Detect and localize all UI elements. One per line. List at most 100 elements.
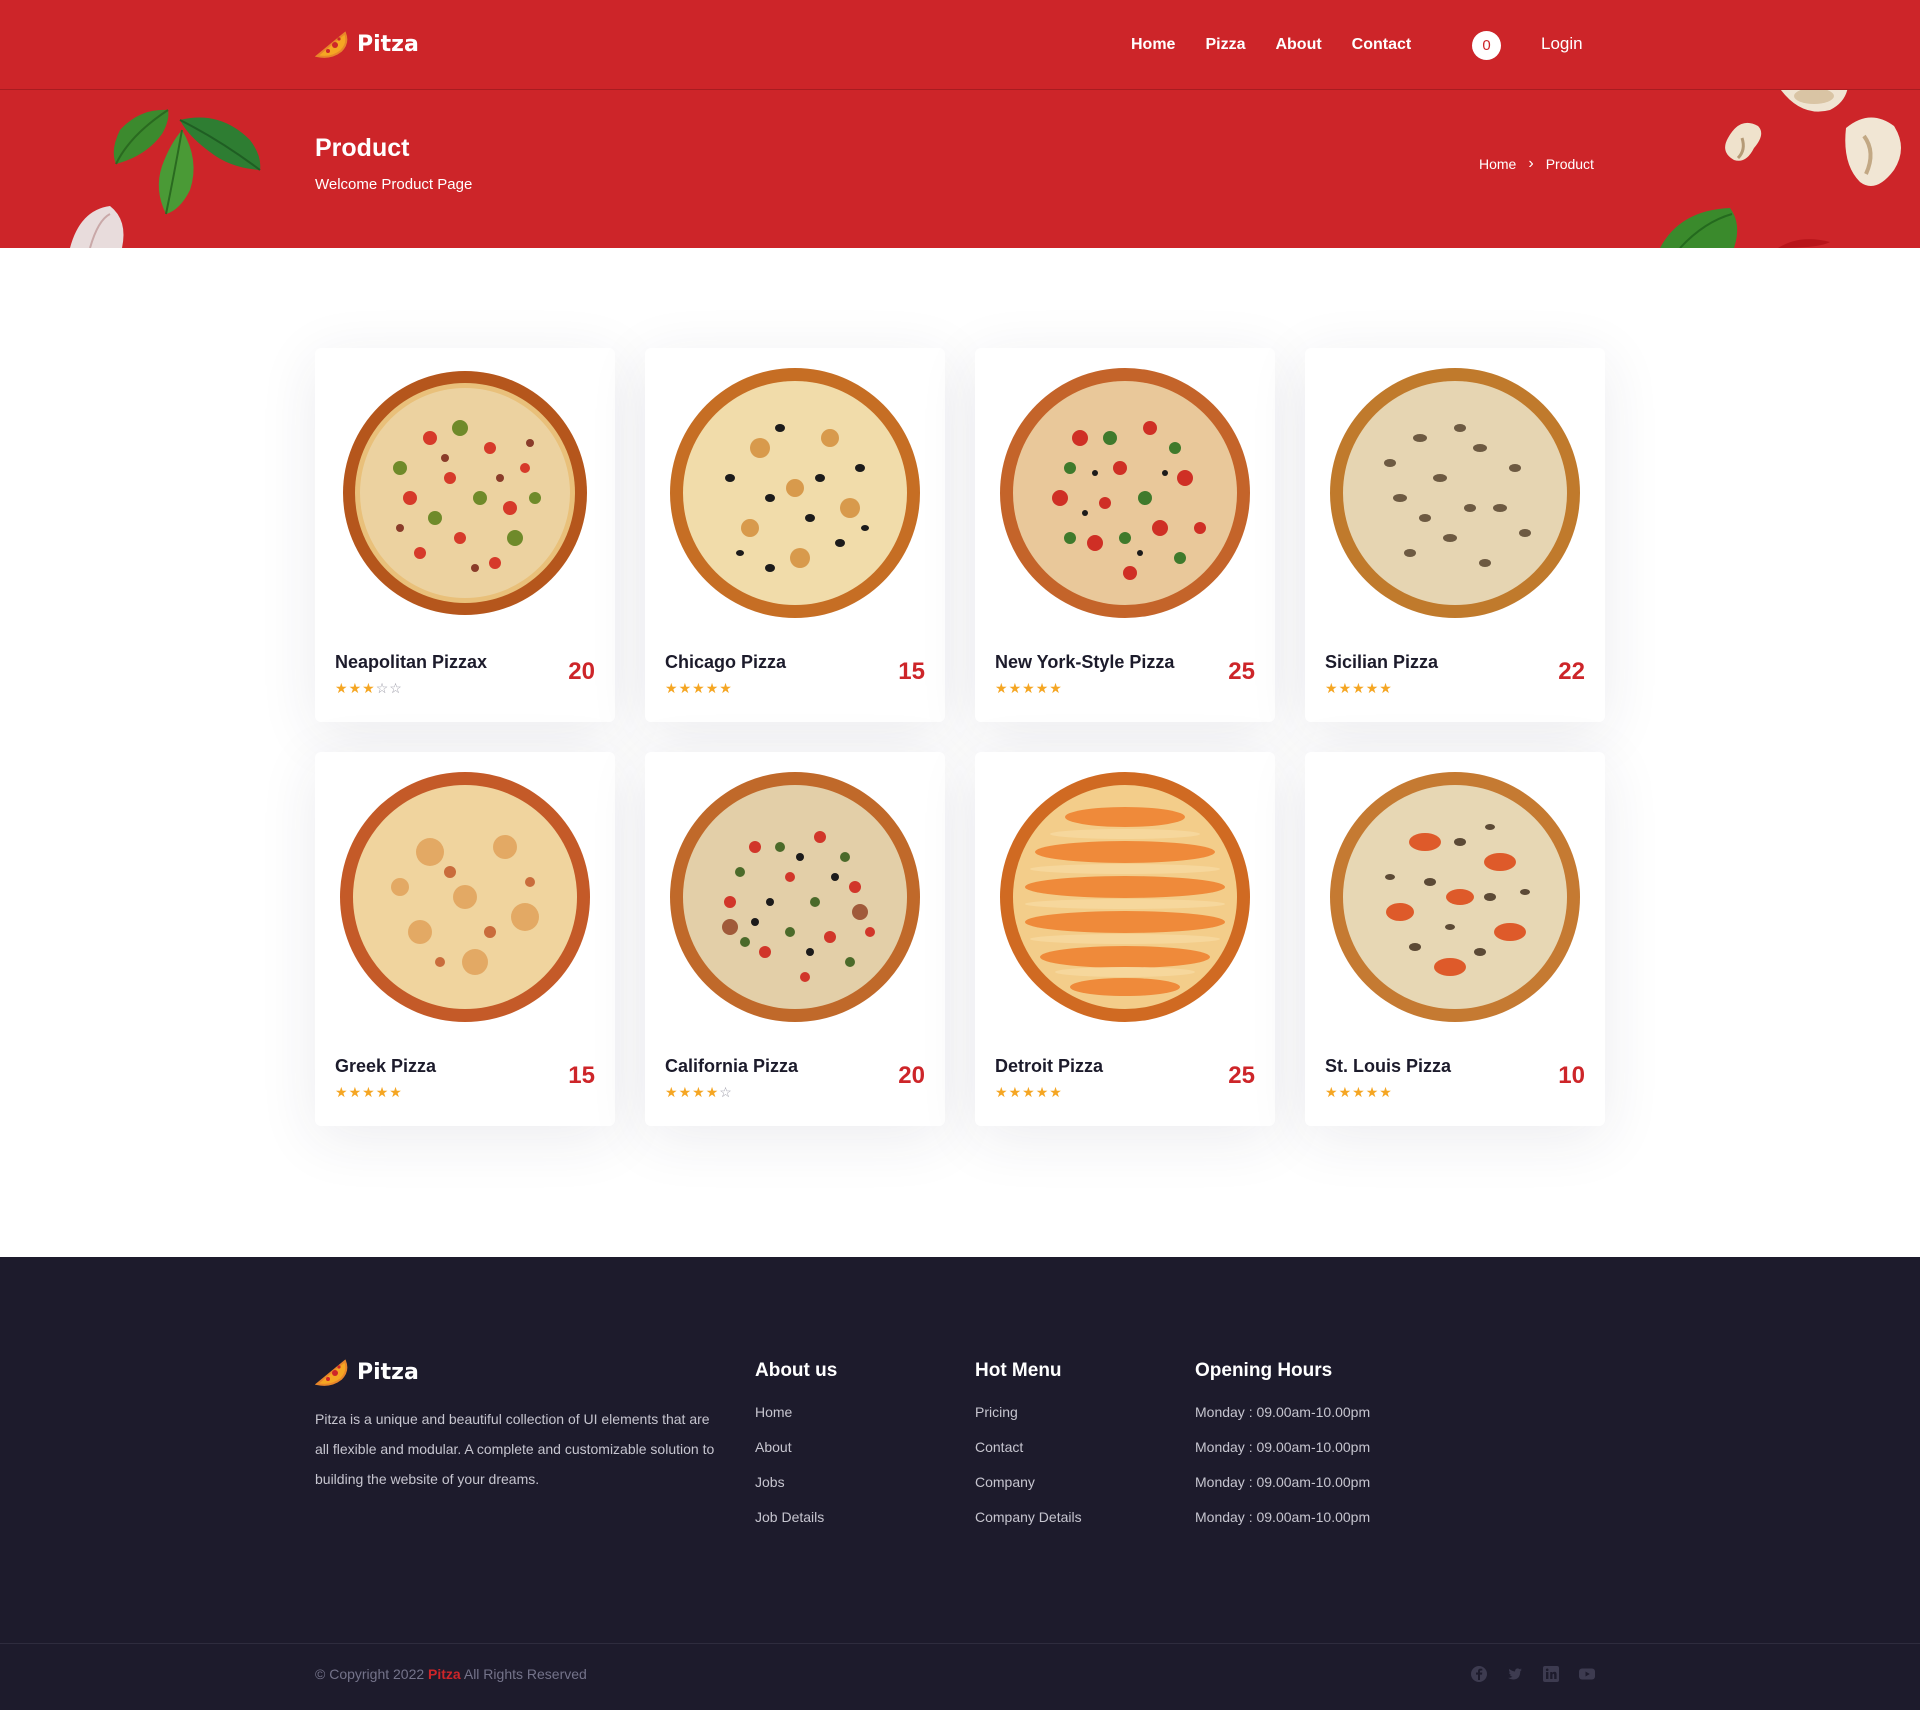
pizza-sicilian-image [1330, 368, 1580, 618]
star-filled-icon: ★ [705, 680, 719, 696]
product-name: New York-Style Pizza [995, 652, 1175, 672]
product-name: Greek Pizza [335, 1056, 437, 1076]
star-empty-icon: ☆ [389, 680, 402, 696]
rating-stars: ★ ★ ★ ★ ★ [1325, 1085, 1392, 1099]
pizza-neapolitan-image [343, 371, 587, 615]
product-name: California Pizza [665, 1056, 799, 1076]
rating-stars: ★ ★ ★ ★ ★ [665, 681, 732, 695]
star-filled-icon: ★ [1365, 1084, 1379, 1100]
star-filled-icon: ★ [335, 680, 348, 696]
logo-text: Pitza [357, 31, 419, 57]
product-price: 15 [898, 658, 925, 685]
pizza-newyork-image [1000, 368, 1250, 618]
product-price: 10 [1558, 1062, 1585, 1089]
star-filled-icon: ★ [1049, 1084, 1062, 1100]
star-filled-icon: ★ [1049, 680, 1062, 696]
star-filled-icon: ★ [665, 1084, 678, 1100]
pizza-california-image [670, 772, 920, 1022]
footer-link-company[interactable]: Company [975, 1474, 1035, 1490]
social-links [1470, 1665, 1596, 1683]
star-filled-icon: ★ [1352, 680, 1365, 696]
footer-divider [0, 1643, 1920, 1644]
nav-item-pizza[interactable]: Pizza [1205, 36, 1245, 54]
product-card[interactable]: Sicilian Pizza ★ ★ ★ ★ ★ 22 [1305, 348, 1605, 722]
product-card[interactable]: St. Louis Pizza ★ ★ ★ ★ ★ 10 [1305, 752, 1605, 1126]
star-filled-icon: ★ [1022, 680, 1035, 696]
product-card[interactable]: Neapolitan Pizzax ★ ★ ★ ☆ ☆ 20 [315, 348, 615, 722]
star-filled-icon: ★ [678, 1084, 692, 1100]
star-filled-icon: ★ [1035, 680, 1049, 696]
star-filled-icon: ★ [995, 1084, 1008, 1100]
footer-hot-menu-column: Hot Menu Pricing Contact Company Company… [975, 1360, 1082, 1544]
star-filled-icon: ★ [362, 680, 375, 696]
opening-hours-item: Monday : 09.00am-10.00pm [1195, 1509, 1371, 1525]
star-filled-icon: ★ [1379, 1084, 1392, 1100]
logo[interactable]: Pitza [315, 29, 419, 59]
facebook-icon[interactable] [1470, 1665, 1488, 1683]
star-filled-icon: ★ [362, 1084, 375, 1100]
opening-hours-item: Monday : 09.00am-10.00pm [1195, 1474, 1371, 1490]
copyright-suffix: All Rights Reserved [463, 1666, 587, 1682]
footer-link-about[interactable]: About [755, 1439, 792, 1455]
product-card[interactable]: California Pizza ★ ★ ★ ★ ☆ 20 [645, 752, 945, 1126]
footer-opening-hours-column: Opening Hours Monday : 09.00am-10.00pm M… [1195, 1360, 1370, 1544]
nav-item-home[interactable]: Home [1131, 36, 1175, 54]
product-price: 25 [1228, 658, 1255, 685]
footer-link-contact[interactable]: Contact [975, 1439, 1023, 1455]
footer-link-home[interactable]: Home [755, 1404, 792, 1420]
site-footer: Pitza Pitza is a unique and beautiful co… [0, 1257, 1920, 1710]
star-filled-icon: ★ [1352, 1084, 1365, 1100]
opening-hours-item: Monday : 09.00am-10.00pm [1195, 1439, 1371, 1455]
footer-description: Pitza is a unique and beautiful collecti… [315, 1411, 715, 1487]
star-filled-icon: ★ [1338, 1084, 1352, 1100]
cart-count-badge[interactable]: 0 [1472, 31, 1501, 60]
footer-column-title: Opening Hours [1195, 1360, 1333, 1381]
star-filled-icon: ★ [1008, 1084, 1022, 1100]
footer-column-title: Hot Menu [975, 1360, 1062, 1381]
star-filled-icon: ★ [348, 1084, 362, 1100]
rating-stars: ★ ★ ★ ★ ★ [1325, 681, 1392, 695]
product-price: 15 [568, 1062, 595, 1089]
product-card[interactable]: Chicago Pizza ★ ★ ★ ★ ★ 15 [645, 348, 945, 722]
star-filled-icon: ★ [1325, 680, 1338, 696]
breadcrumb-home[interactable]: Home [1479, 156, 1516, 172]
product-card[interactable]: Detroit Pizza ★ ★ ★ ★ ★ 25 [975, 752, 1275, 1126]
pizza-chicago-image [670, 368, 920, 618]
product-card[interactable]: Greek Pizza ★ ★ ★ ★ ★ 15 [315, 752, 615, 1126]
nav-item-contact[interactable]: Contact [1352, 36, 1412, 54]
rating-stars: ★ ★ ★ ★ ★ [995, 1085, 1062, 1099]
product-price: 25 [1228, 1062, 1255, 1089]
rating-stars: ★ ★ ★ ★ ★ [995, 681, 1062, 695]
footer-link-job-details[interactable]: Job Details [755, 1509, 824, 1525]
footer-link-company-details[interactable]: Company Details [975, 1509, 1082, 1525]
rating-stars: ★ ★ ★ ★ ★ [335, 1085, 402, 1099]
page-banner: Product Welcome Product Page Home › Prod… [0, 90, 1920, 248]
rating-stars: ★ ★ ★ ★ ☆ [665, 1085, 732, 1099]
product-price: 20 [568, 658, 595, 685]
logo-text: Pitza [357, 1359, 419, 1385]
product-price: 22 [1558, 658, 1585, 685]
youtube-icon[interactable] [1578, 1665, 1596, 1683]
twitter-icon[interactable] [1506, 1665, 1524, 1683]
product-price: 20 [898, 1062, 925, 1089]
product-name: Detroit Pizza [995, 1056, 1104, 1076]
footer-link-pricing[interactable]: Pricing [975, 1404, 1018, 1420]
star-empty-icon: ☆ [375, 680, 389, 696]
page-title: Product [315, 134, 410, 162]
star-filled-icon: ★ [1338, 680, 1352, 696]
footer-link-jobs[interactable]: Jobs [755, 1474, 785, 1490]
linkedin-icon[interactable] [1542, 1665, 1560, 1683]
pizza-slice-logo-icon [315, 31, 348, 58]
copyright: © Copyright 2022 Pitza All Rights Reserv… [315, 1666, 587, 1682]
copyright-brand: Pitza [428, 1666, 461, 1682]
footer-logo[interactable]: Pitza [315, 1357, 419, 1387]
product-name: St. Louis Pizza [1325, 1056, 1452, 1076]
product-card[interactable]: New York-Style Pizza ★ ★ ★ ★ ★ 25 [975, 348, 1275, 722]
star-filled-icon: ★ [719, 680, 732, 696]
star-filled-icon: ★ [692, 1084, 705, 1100]
login-link[interactable]: Login [1541, 34, 1583, 54]
star-empty-icon: ☆ [719, 1084, 732, 1100]
nav-item-about[interactable]: About [1275, 36, 1321, 54]
top-navbar: Pitza Home Pizza About Contact 0 Login [0, 0, 1920, 90]
breadcrumb: Home › Product [1479, 156, 1594, 173]
